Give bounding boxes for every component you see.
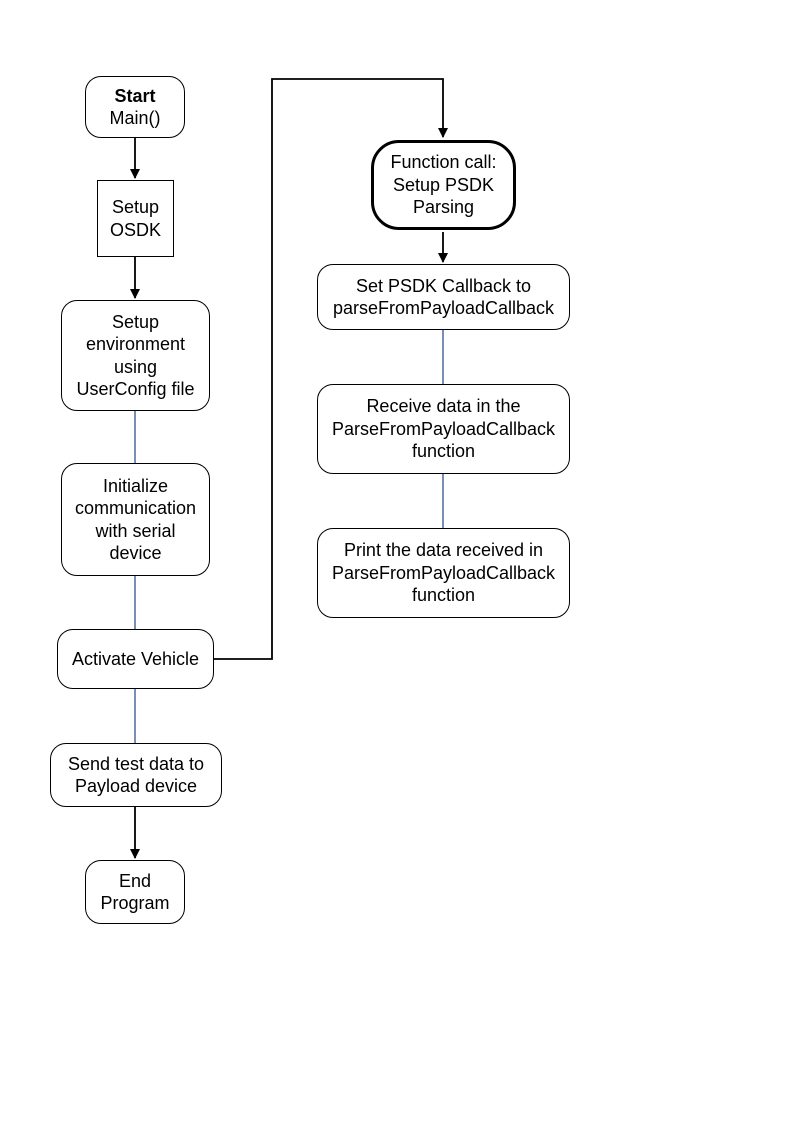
init-comm-node: Initialize communication with serial dev…: [61, 463, 210, 576]
setup-env-node: Setup environment using UserConfig file: [61, 300, 210, 411]
cb-l1: Set PSDK Callback to: [356, 275, 531, 298]
cb-l2: parseFromPayloadCallback: [333, 297, 554, 320]
setup-osdk-node: Setup OSDK: [97, 180, 174, 257]
activate-label: Activate Vehicle: [72, 648, 199, 671]
func-l3: Parsing: [413, 196, 474, 219]
setup-osdk-l2: OSDK: [110, 219, 161, 242]
env-l1: Setup: [112, 311, 159, 334]
func-l1: Function call:: [390, 151, 496, 174]
print-data-node: Print the data received in ParseFromPayl…: [317, 528, 570, 618]
func-l2: Setup PSDK: [393, 174, 494, 197]
env-l3: using: [114, 356, 157, 379]
recv-l1: Receive data in the: [366, 395, 520, 418]
send-l1: Send test data to: [68, 753, 204, 776]
init-l1: Initialize: [103, 475, 168, 498]
init-l4: device: [109, 542, 161, 565]
send-test-data-node: Send test data to Payload device: [50, 743, 222, 807]
env-l2: environment: [86, 333, 185, 356]
init-l3: with serial: [95, 520, 175, 543]
env-l4: UserConfig file: [76, 378, 194, 401]
start-title: Start: [114, 85, 155, 108]
start-subtitle: Main(): [109, 107, 160, 130]
set-callback-node: Set PSDK Callback to parseFromPayloadCal…: [317, 264, 570, 330]
recv-l2: ParseFromPayloadCallback: [332, 418, 555, 441]
end-program-node: End Program: [85, 860, 185, 924]
start-node: Start Main(): [85, 76, 185, 138]
activate-vehicle-node: Activate Vehicle: [57, 629, 214, 689]
end-l1: End: [119, 870, 151, 893]
function-call-node: Function call: Setup PSDK Parsing: [371, 140, 516, 230]
print-l3: function: [412, 584, 475, 607]
setup-osdk-l1: Setup: [112, 196, 159, 219]
send-l2: Payload device: [75, 775, 197, 798]
init-l2: communication: [75, 497, 196, 520]
receive-data-node: Receive data in the ParseFromPayloadCall…: [317, 384, 570, 474]
print-l1: Print the data received in: [344, 539, 543, 562]
end-l2: Program: [100, 892, 169, 915]
print-l2: ParseFromPayloadCallback: [332, 562, 555, 585]
recv-l3: function: [412, 440, 475, 463]
